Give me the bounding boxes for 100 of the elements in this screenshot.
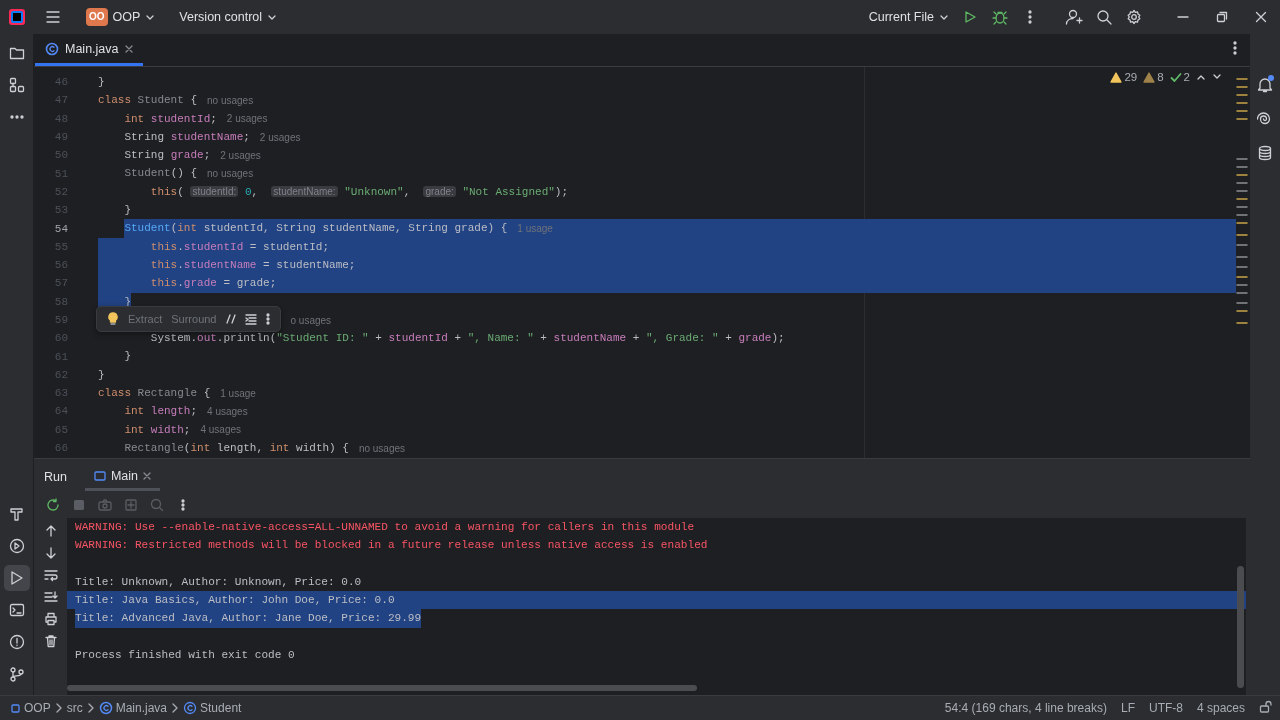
console-line: Title: Java Basics, Author: John Doe, Price: 0.0: [75, 593, 395, 609]
terminal-icon: [8, 602, 25, 618]
restore-icon: [1215, 11, 1228, 23]
usage-hint: o usages: [290, 314, 332, 326]
breadcrumb[interactable]: Main.java: [98, 701, 168, 715]
breadcrumb[interactable]: src: [66, 701, 83, 715]
console-line: WARNING: Use --enable-native-access=ALL-UNNAMED to avoid a warning for callers in this module: [75, 520, 695, 535]
run-tool-button[interactable]: [3, 565, 30, 591]
close-icon: [1254, 11, 1267, 23]
breadcrumb[interactable]: OOP: [10, 701, 51, 715]
code-line: this.grade = grade;: [149, 276, 277, 292]
code-line: this.studentId = studentId;: [149, 239, 330, 255]
code-line: }: [98, 75, 105, 90]
scrollbar[interactable]: [1237, 566, 1244, 688]
usage-hint: no usages: [207, 94, 254, 106]
code-line: this( studentId: 0, studentName: "Unknown", grade: "Not Assigned");: [149, 184, 569, 200]
spiral-icon: [1257, 111, 1273, 127]
close-icon[interactable]: [124, 44, 133, 53]
code-line: }: [123, 349, 131, 365]
camera-icon: [98, 497, 112, 512]
class-icon: [45, 41, 59, 56]
bell-icon: [1257, 77, 1273, 93]
usage-hint: 2 usages: [220, 149, 261, 161]
code-line: }: [98, 367, 105, 383]
code-line: Student() {: [123, 166, 198, 182]
usage-hint: 4 usages: [200, 424, 242, 436]
usage-hint: 4 usages: [207, 406, 248, 417]
usage-hint: no usages: [358, 442, 406, 454]
weak-warnings-count[interactable]: 8: [1143, 71, 1164, 83]
code-line: this.studentName = studentName;: [149, 257, 356, 273]
console-line: WARNING: Restricted methods will be blocked in a future release unless native access is enabled: [75, 538, 708, 554]
chevron-down-icon[interactable]: [1212, 73, 1222, 81]
run-icon: [8, 570, 25, 586]
app-logo-icon: [8, 8, 26, 26]
code-line: class Student {: [98, 93, 198, 109]
zoom-icon: [150, 497, 164, 512]
lightbulb-icon[interactable]: [107, 311, 119, 326]
version-control-menu[interactable]: Version control: [173, 6, 284, 28]
breadcrumb[interactable]: Student: [183, 701, 242, 715]
typos-count[interactable]: 2: [1169, 71, 1190, 83]
problems-icon: [8, 634, 25, 650]
chevron-right-icon: [54, 703, 63, 713]
class-icon: [183, 701, 198, 715]
console-line: Process finished with exit code 0: [75, 648, 295, 664]
module-icon: [10, 701, 21, 715]
stop-icon: [72, 497, 86, 512]
add-user-icon: [1065, 9, 1083, 25]
close-icon[interactable]: [143, 471, 152, 480]
line-separator[interactable]: LF: [1120, 701, 1135, 715]
run-configuration-selector[interactable]: Current File: [862, 6, 955, 28]
export-icon: [124, 497, 138, 512]
structure-icon: [8, 77, 25, 93]
warning-icon: [1110, 71, 1123, 83]
panel-title: Run: [44, 470, 67, 484]
caret-position[interactable]: 54:4 (169 chars, 4 line breaks): [944, 701, 1107, 715]
hammer-icon: [8, 506, 25, 522]
usage-hint: 2 usages: [259, 131, 301, 143]
rerun-icon: [46, 497, 60, 512]
project-selector[interactable]: OO OOP: [80, 4, 162, 30]
code-line: class Rectangle {: [98, 386, 211, 402]
code-line: String grade;: [123, 148, 211, 164]
more-icon[interactable]: [265, 312, 270, 325]
run-tab[interactable]: Main: [84, 463, 161, 491]
more-icon: [1233, 41, 1237, 55]
chevron-up-icon[interactable]: [1196, 73, 1206, 81]
menu-icon: [45, 10, 61, 24]
run-icon: [963, 10, 977, 24]
reformat-icon[interactable]: [244, 312, 257, 325]
scroll-to-end-icon: [43, 589, 58, 604]
code-line: String studentName;: [123, 129, 250, 145]
code-line: Student(int studentId, String studentName, String grade) {: [98, 219, 508, 238]
code-line: }: [123, 203, 131, 219]
settings-icon: [1126, 9, 1142, 25]
warnings-count[interactable]: 29: [1110, 71, 1138, 83]
database-icon: [1257, 145, 1273, 161]
comment-icon[interactable]: [225, 312, 236, 325]
services-icon: [8, 538, 25, 554]
code-line: int width;: [123, 422, 191, 438]
class-icon: [98, 701, 113, 715]
editor-tab[interactable]: Main.java: [35, 34, 143, 66]
printer-icon: [43, 611, 58, 626]
chevron-right-icon: [86, 703, 95, 713]
indent-setting[interactable]: 4 spaces: [1196, 701, 1245, 715]
usage-hint: 1 usage: [220, 387, 256, 399]
file-encoding[interactable]: UTF-8: [1148, 701, 1183, 715]
bug-icon: [992, 9, 1008, 25]
lock-button[interactable]: [1259, 700, 1272, 716]
usage-hint: 1 usage: [517, 223, 553, 234]
check-icon: [1169, 71, 1182, 83]
code-line: System.out.println("Student ID: " + studentId + ", Name: " + studentName + ", Grade: " + grade);: [149, 331, 785, 347]
scrollbar[interactable]: [67, 685, 697, 691]
console-line: Title: Unknown, Author: Unknown, Price: 0.0: [75, 574, 362, 590]
more-icon: [1028, 10, 1032, 24]
usage-hint: no usages: [207, 168, 254, 180]
usage-hint: 2 usages: [226, 113, 268, 125]
soft-wrap-icon: [43, 567, 58, 582]
unlock-icon: [1259, 700, 1272, 713]
code-line: Rectangle(int length, int width) {: [123, 440, 349, 456]
project-badge: OO: [86, 8, 108, 26]
more-icon: [181, 497, 185, 512]
